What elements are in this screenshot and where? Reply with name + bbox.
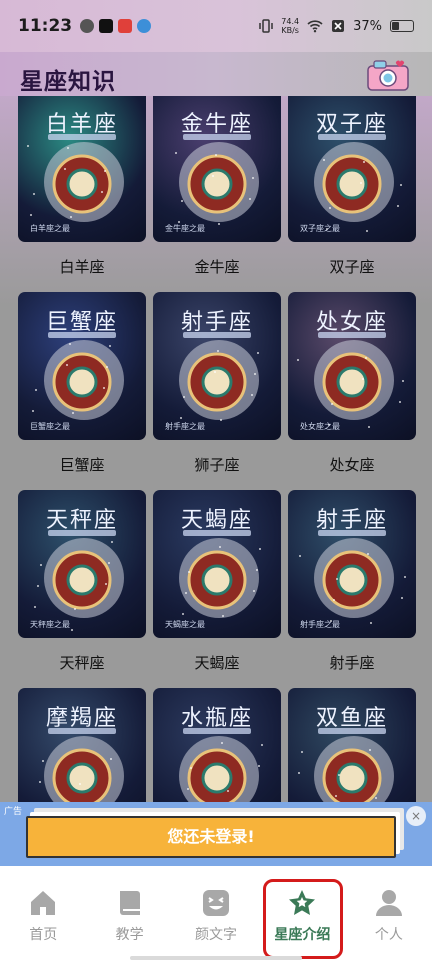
tab-emoticons[interactable]: 颜文字 xyxy=(173,866,259,964)
notification-icons xyxy=(80,19,152,33)
tab-profile[interactable]: 个人 xyxy=(346,866,432,964)
app-icon-1 xyxy=(80,19,95,33)
zodiac-art-caption: 金牛座之最 xyxy=(165,224,205,233)
status-bar: 11:23 74.4 KB/s 37% xyxy=(0,0,432,52)
network-speed: 74.4 KB/s xyxy=(281,17,299,35)
zodiac-card[interactable]: 天蝎座 天蝎座之最天蝎座 xyxy=(153,490,281,688)
zodiac-date-strip xyxy=(183,530,251,536)
zodiac-date-strip xyxy=(318,728,386,734)
tab-teaching[interactable]: 教学 xyxy=(86,866,172,964)
tab-label: 颜文字 xyxy=(195,927,238,943)
zodiac-date-strip xyxy=(183,332,251,338)
zodiac-art-caption: 射手座之最 xyxy=(300,620,340,629)
zodiac-date-strip xyxy=(48,134,116,140)
zodiac-label: 巨蟹座 xyxy=(59,456,105,474)
zodiac-image[interactable]: 天蝎座 天蝎座之最 xyxy=(153,490,281,638)
header: 星座知识 xyxy=(0,52,432,96)
zodiac-image[interactable]: 巨蟹座 巨蟹座之最 xyxy=(18,292,146,440)
tab-home[interactable]: 首页 xyxy=(0,866,86,964)
zodiac-card[interactable]: 白羊座 白羊座之最白羊座 xyxy=(18,94,146,292)
close-icon[interactable]: × xyxy=(406,806,426,826)
wifi-icon xyxy=(307,20,323,33)
camera-icon[interactable] xyxy=(366,58,410,92)
person-icon xyxy=(375,890,402,916)
zodiac-label: 处女座 xyxy=(329,456,375,474)
ad-tag: 广告 xyxy=(4,807,23,817)
zodiac-label: 射手座 xyxy=(329,654,375,672)
battery-level xyxy=(392,22,399,30)
tab-label: 首页 xyxy=(29,927,58,943)
ad-banner[interactable]: 广告 您还未登录! × xyxy=(0,802,432,866)
zodiac-card[interactable]: 射手座 射手座之最狮子座 xyxy=(153,292,281,490)
zodiac-date-strip xyxy=(48,530,116,536)
zodiac-card[interactable]: 射手座 射手座之最射手座 xyxy=(288,490,416,688)
zodiac-art-caption: 射手座之最 xyxy=(165,422,205,431)
zodiac-art-caption: 双子座之最 xyxy=(300,224,340,233)
zodiac-image[interactable]: 射手座 射手座之最 xyxy=(153,292,281,440)
zodiac-date-strip xyxy=(183,728,251,734)
zodiac-label: 金牛座 xyxy=(194,258,240,276)
tab-zodiac[interactable]: 星座介绍 xyxy=(259,866,345,964)
zodiac-art-caption: 天秤座之最 xyxy=(30,620,70,629)
zodiac-date-strip xyxy=(318,134,386,140)
zodiac-grid: 白羊座 白羊座之最 白羊座 金牛座 金牛座之最 金牛座 双子座 双子座之最 双子座 巨蟹座 巨蟹座之… xyxy=(18,94,416,886)
zodiac-label: 双子座 xyxy=(329,258,375,276)
home-icon xyxy=(31,891,56,915)
zodiac-label: 天秤座 xyxy=(59,654,105,672)
tab-label: 教学 xyxy=(115,927,144,943)
net-speed-unit: KB/s xyxy=(281,26,299,35)
home-indicator xyxy=(130,956,302,960)
tiktok-icon xyxy=(99,19,114,33)
zodiac-art-caption: 巨蟹座之最 xyxy=(30,422,70,431)
bottom-tabbar: 首页 教学 颜文字 星座介绍 个人 xyxy=(0,866,432,964)
zodiac-image[interactable]: 双子座 双子座之最 xyxy=(288,94,416,242)
tab-label: 星座介绍 xyxy=(274,927,331,943)
app-icon-blue xyxy=(137,19,152,33)
star-icon xyxy=(289,890,316,915)
emoji-icon xyxy=(203,890,230,916)
tab-label: 个人 xyxy=(374,927,403,943)
status-time: 11:23 xyxy=(18,16,73,36)
sim-x-icon xyxy=(332,20,345,32)
zodiac-date-strip xyxy=(48,332,116,338)
zodiac-image[interactable]: 白羊座 白羊座之最 xyxy=(18,94,146,242)
zodiac-label: 狮子座 xyxy=(194,456,240,474)
vibrate-icon xyxy=(259,19,274,33)
battery-percent: 37% xyxy=(353,18,382,34)
zodiac-image[interactable]: 金牛座 金牛座之最 xyxy=(153,94,281,242)
book-icon xyxy=(119,891,140,915)
zodiac-art-caption: 处女座之最 xyxy=(300,422,340,431)
page-title: 星座知识 xyxy=(20,69,116,95)
zodiac-card[interactable]: 巨蟹座 巨蟹座之最巨蟹座 xyxy=(18,292,146,490)
login-prompt-button[interactable]: 您还未登录! xyxy=(26,816,396,858)
app-icon-red xyxy=(118,19,133,33)
battery-icon xyxy=(390,20,414,32)
zodiac-label: 白羊座 xyxy=(59,258,105,276)
zodiac-date-strip xyxy=(183,134,251,140)
zodiac-art-caption: 天蝎座之最 xyxy=(165,620,205,629)
zodiac-card[interactable]: 金牛座 金牛座之最金牛座 xyxy=(153,94,281,292)
zodiac-date-strip xyxy=(318,332,386,338)
zodiac-label: 天蝎座 xyxy=(194,654,240,672)
net-speed-value: 74.4 xyxy=(281,17,300,26)
zodiac-card[interactable]: 处女座 处女座之最处女座 xyxy=(288,292,416,490)
zodiac-art-caption: 白羊座之最 xyxy=(30,224,70,233)
zodiac-image[interactable]: 射手座 射手座之最 xyxy=(288,490,416,638)
zodiac-card[interactable]: 天秤座 天秤座之最天秤座 xyxy=(18,490,146,688)
zodiac-date-strip xyxy=(48,728,116,734)
zodiac-card[interactable]: 双子座 双子座之最双子座 xyxy=(288,94,416,292)
zodiac-date-strip xyxy=(318,530,386,536)
zodiac-image[interactable]: 天秤座 天秤座之最 xyxy=(18,490,146,638)
zodiac-image[interactable]: 处女座 处女座之最 xyxy=(288,292,416,440)
